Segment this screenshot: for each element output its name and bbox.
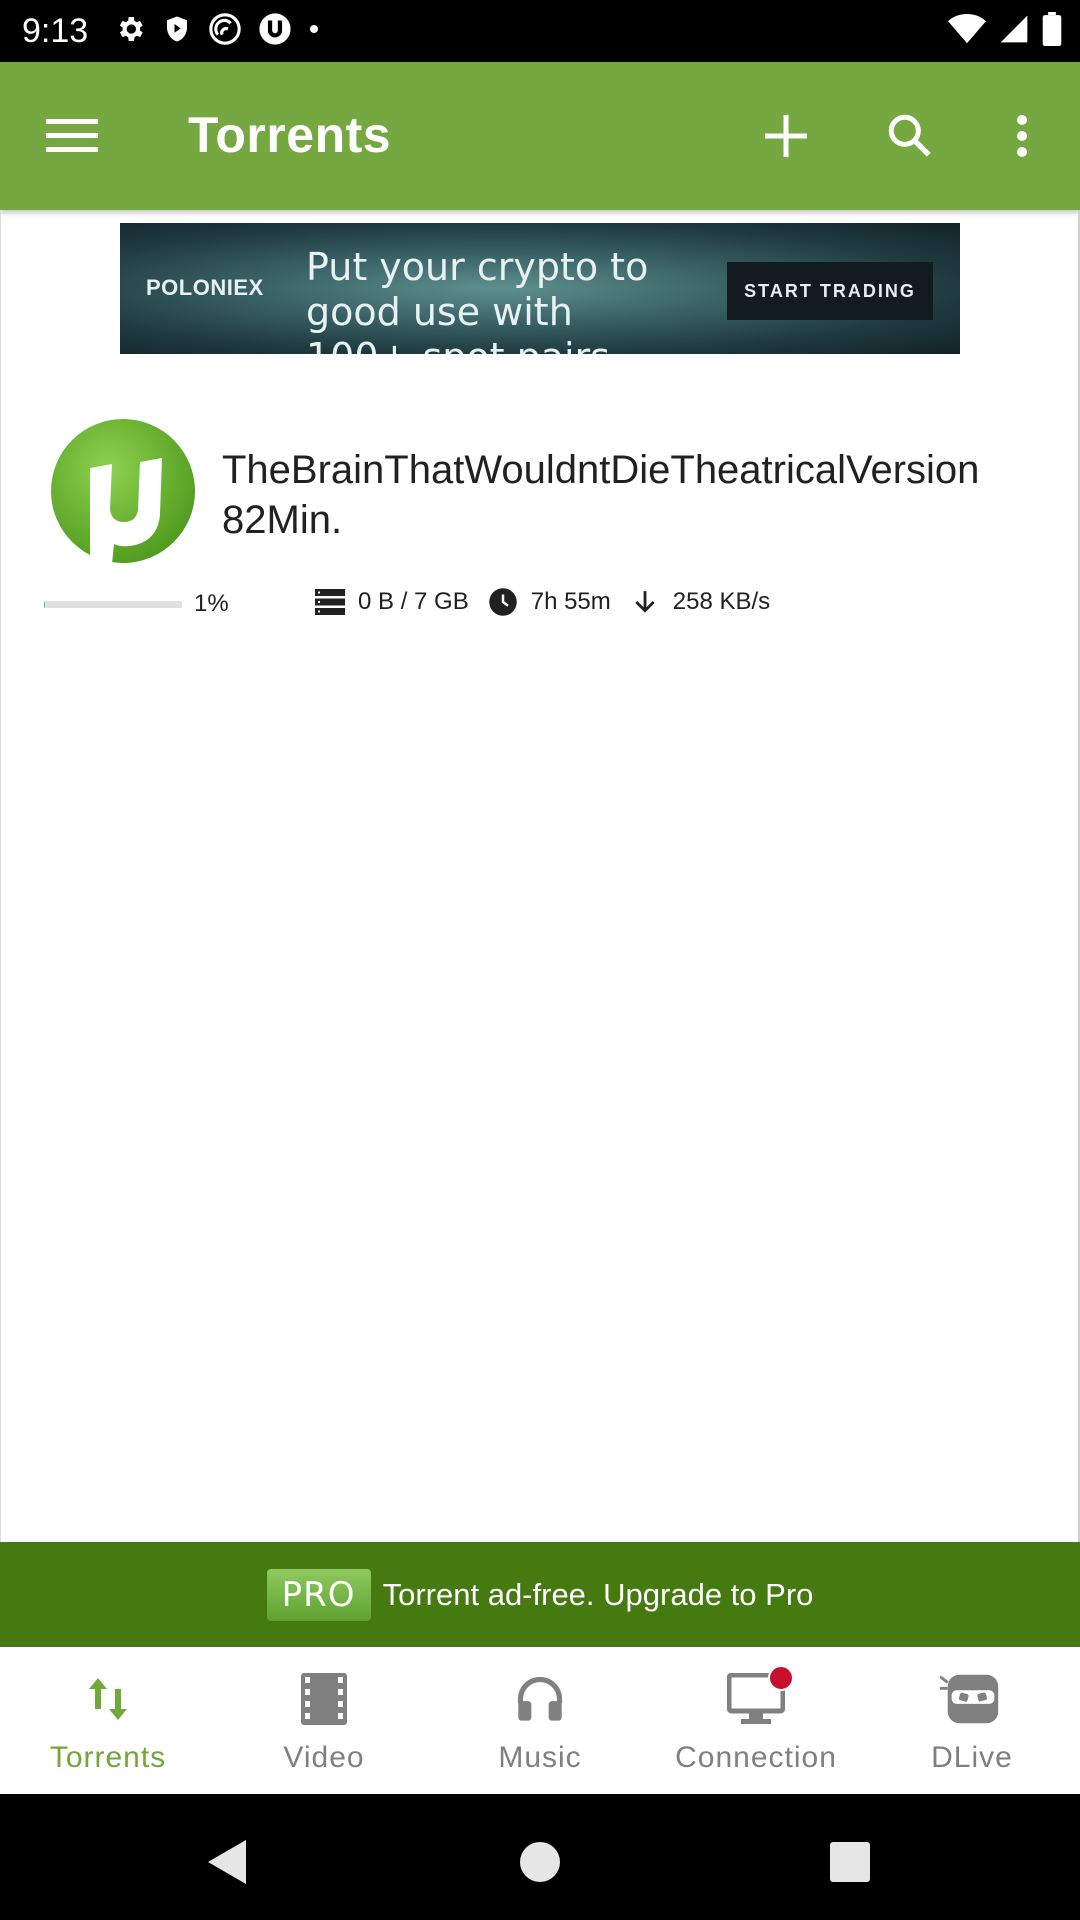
bottom-navigation: Torrents Video Music Connection DLive [0, 1647, 1080, 1794]
back-icon[interactable] [196, 1832, 256, 1892]
torrent-speed: 258 KB/s [672, 588, 771, 615]
recents-icon[interactable] [820, 1832, 880, 1892]
utorrent-status-icon [258, 12, 292, 51]
torrent-name: TheBrainThatWouldntDieTheatricalVersion … [222, 448, 980, 542]
ninja-icon [940, 1671, 1004, 1727]
nav-label-music: Music [498, 1741, 582, 1774]
app-bar: Torrents [0, 62, 1080, 210]
ad-cta-button[interactable]: START TRADING [727, 262, 933, 320]
status-bar: 9:13 [0, 0, 1080, 62]
nav-label-video: Video [283, 1741, 365, 1774]
utorrent-logo-icon [50, 418, 196, 564]
nav-item-dlive[interactable]: DLive [864, 1647, 1080, 1794]
settings-icon [114, 13, 146, 50]
battery-icon [1042, 11, 1062, 51]
signal-app-icon [208, 12, 242, 51]
dot-icon [308, 22, 320, 40]
upgrade-pro-banner[interactable]: PRO Torrent ad-free. Upgrade to Pro [0, 1542, 1080, 1647]
torrent-meta: 0 B / 7 GB 7h 55m 258 KB/s [314, 586, 788, 618]
page-title: Torrents [188, 107, 392, 163]
nav-item-video[interactable]: Video [216, 1647, 432, 1794]
status-time: 9:13 [22, 11, 89, 50]
monitor-icon [724, 1665, 794, 1727]
cell-signal-icon [998, 13, 1030, 50]
connection-badge [768, 1665, 794, 1691]
home-icon[interactable] [510, 1832, 570, 1892]
shield-play-icon [162, 13, 192, 50]
wifi-icon [948, 13, 986, 50]
more-vert-icon[interactable] [988, 102, 1056, 170]
download-arrow-icon [629, 586, 661, 618]
search-icon[interactable] [876, 102, 944, 170]
swap-vert-icon [76, 1671, 140, 1727]
nav-label-torrents: Torrents [49, 1741, 167, 1774]
clock-icon [487, 586, 519, 618]
progress-fill [44, 601, 46, 608]
menu-icon[interactable] [40, 108, 104, 164]
progress-percent: 1% [194, 590, 229, 617]
pro-banner-text: Torrent ad-free. Upgrade to Pro [382, 1576, 814, 1612]
headphones-icon [508, 1671, 572, 1727]
film-icon [292, 1671, 356, 1727]
nav-label-dlive: DLive [931, 1741, 1013, 1774]
ad-banner[interactable]: POLONIEX Put your crypto to good use wit… [120, 223, 960, 354]
download-progress-bar [44, 601, 182, 608]
nav-label-connection: Connection [675, 1741, 837, 1774]
nav-item-connection[interactable]: Connection [648, 1647, 864, 1794]
torrent-eta: 7h 55m [530, 588, 611, 615]
torrent-size: 0 B / 7 GB [358, 588, 469, 615]
system-navigation-bar [0, 1794, 1080, 1920]
nav-item-music[interactable]: Music [432, 1647, 648, 1794]
torrent-list-item[interactable]: TheBrainThatWouldntDieTheatricalVersion … [0, 410, 1080, 630]
ad-brand: POLONIEX [146, 275, 264, 300]
nav-item-torrents[interactable]: Torrents [0, 1647, 216, 1794]
ad-headline: Put your crypto to good use with 100+ sp… [306, 245, 649, 354]
pro-badge: PRO [266, 1568, 371, 1621]
storage-icon [314, 586, 346, 618]
add-icon[interactable] [752, 102, 820, 170]
